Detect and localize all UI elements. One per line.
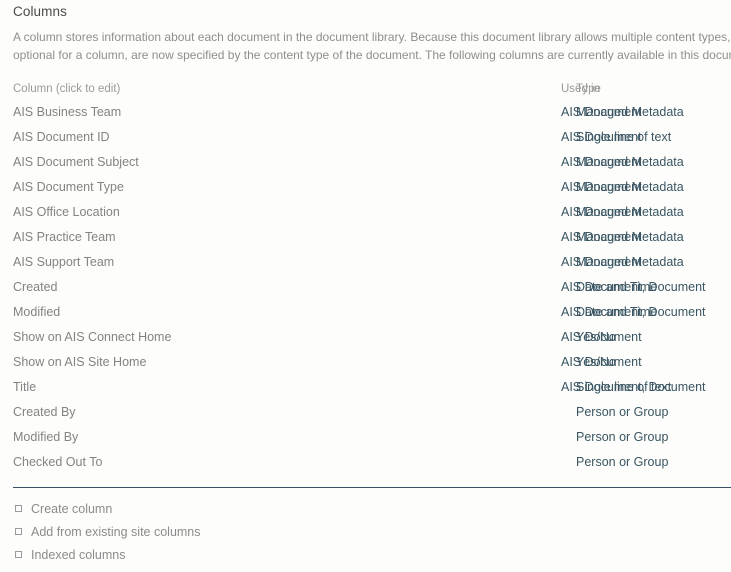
columns-table-header: Column (click to edit) Type Used in [0, 79, 731, 99]
column-name-link[interactable]: Title [0, 374, 288, 399]
column-type-cell: Managed Metadata [288, 224, 684, 249]
column-type-cell: Yes/No [288, 349, 616, 374]
square-bullet-icon [15, 505, 22, 512]
column-type-cell: Yes/No [288, 324, 616, 349]
header-column-type: Type [576, 83, 601, 95]
column-type-cell: Managed Metadata [288, 199, 684, 224]
column-type-cell: Managed Metadata [288, 249, 684, 274]
column-name-link[interactable]: Modified [0, 299, 288, 324]
table-row: AIS Document Type Managed Metadata AIS Doc… [0, 174, 731, 199]
action-list-item[interactable]: Indexed columns [13, 544, 413, 567]
column-type-link[interactable]: Person or Group [576, 430, 668, 444]
column-used-in-link[interactable]: AIS Document [561, 330, 642, 344]
column-name-link[interactable]: Show on AIS Site Home [0, 349, 288, 374]
column-name-link[interactable]: AIS Document Type [0, 174, 288, 199]
column-type-cell: Person or Group [288, 424, 668, 449]
column-type-cell: Single line of text [288, 124, 671, 149]
square-bullet-icon [15, 528, 22, 535]
column-used-in-link[interactable]: AIS Document [561, 180, 642, 194]
square-bullet-icon [15, 551, 22, 558]
columns-actions-list: Create column Add from existing site colu… [13, 498, 413, 567]
column-name-link[interactable]: AIS Support Team [0, 249, 288, 274]
column-type-link[interactable]: Person or Group [576, 455, 668, 469]
column-used-in-link[interactable]: AIS Document [561, 205, 642, 219]
table-row: Checked Out To Person or Group [0, 449, 731, 474]
column-used-in-link[interactable]: AIS Document, Document [561, 305, 706, 319]
action-link-label[interactable]: Add from existing site columns [31, 525, 201, 539]
column-used-in-link[interactable]: AIS Document, Document [561, 380, 706, 394]
column-used-in-cell: AIS Document, Document [561, 374, 731, 399]
column-type-cell: Date and Time [288, 274, 657, 299]
action-link-label[interactable]: Indexed columns [31, 548, 126, 562]
table-row: Created Date and Time AIS Document, Docume… [0, 274, 731, 299]
table-row: Created By Person or Group [0, 399, 731, 424]
table-row: Show on AIS Site Home Yes/No AIS Document [0, 349, 731, 374]
column-name-link[interactable]: AIS Document Subject [0, 149, 288, 174]
table-row: AIS Support Team Managed Metadata AIS Docu… [0, 249, 731, 274]
table-row: AIS Practice Team Managed Metadata AIS Doc… [0, 224, 731, 249]
column-used-in-link[interactable]: AIS Document [561, 130, 642, 144]
column-name-link[interactable]: Created By [0, 399, 288, 424]
column-used-in-cell: AIS Document [561, 324, 731, 349]
table-row: Modified Date and Time AIS Document, Docum… [0, 299, 731, 324]
column-used-in-link[interactable]: AIS Document [561, 155, 642, 169]
page-title: Columns [13, 4, 67, 19]
column-name-link[interactable]: Show on AIS Connect Home [0, 324, 288, 349]
description-line-1: A column stores information about each d… [13, 30, 731, 44]
header-column-used-in: Used in [561, 83, 600, 95]
action-link-label[interactable]: Create column [31, 502, 112, 516]
column-name-link[interactable]: Checked Out To [0, 449, 288, 474]
table-row: AIS Document ID Single line of text AIS Do… [0, 124, 731, 149]
column-type-cell: Managed Metadata [288, 174, 684, 199]
action-list-item[interactable]: Create column [13, 498, 413, 521]
column-type-cell: Managed Metadata [288, 99, 684, 124]
column-type-cell: Person or Group [288, 449, 668, 474]
column-type-cell: Single line of text [288, 374, 671, 399]
description-line-2: optional for a column, are now specified… [13, 48, 731, 62]
section-divider [13, 487, 731, 488]
table-row: AIS Business Team Managed Metadata AIS Doc… [0, 99, 731, 124]
column-type-cell: Date and Time [288, 299, 657, 324]
table-row: Title Single line of text AIS Document, Do… [0, 374, 731, 399]
action-list-item[interactable]: Add from existing site columns [13, 521, 413, 544]
column-used-in-link[interactable]: AIS Document [561, 255, 642, 269]
column-used-in-link[interactable]: AIS Document [561, 230, 642, 244]
column-used-in-cell: AIS Document, Document [561, 274, 731, 299]
table-row: Modified By Person or Group [0, 424, 731, 449]
table-header-row: Column (click to edit) Type Used in [0, 79, 731, 99]
column-type-link[interactable]: Person or Group [576, 405, 668, 419]
columns-table: Column (click to edit) Type Used in AIS … [0, 79, 731, 474]
column-type-cell: Person or Group [288, 399, 668, 424]
column-used-in-link[interactable]: AIS Document, Document [561, 280, 706, 294]
column-name-link[interactable]: Created [0, 274, 288, 299]
table-row: AIS Document Subject Managed Metadata AIS … [0, 149, 731, 174]
columns-table-body: AIS Business Team Managed Metadata AIS Doc… [0, 99, 731, 474]
page-description: A column stores information about each d… [13, 28, 731, 64]
table-row: Show on AIS Connect Home Yes/No AIS Docume… [0, 324, 731, 349]
column-name-link[interactable]: AIS Document ID [0, 124, 288, 149]
column-type-cell: Managed Metadata [288, 149, 684, 174]
column-used-in-link[interactable]: AIS Document [561, 105, 642, 119]
header-column-name: Column (click to edit) [13, 83, 121, 95]
column-name-link[interactable]: AIS Business Team [0, 99, 288, 124]
column-name-link[interactable]: AIS Office Location [0, 199, 288, 224]
column-name-link[interactable]: Modified By [0, 424, 288, 449]
column-name-link[interactable]: AIS Practice Team [0, 224, 288, 249]
column-used-in-cell: AIS Document [561, 349, 731, 374]
columns-settings-page: Columns A column stores information abou… [0, 0, 731, 572]
column-used-in-link[interactable]: AIS Document [561, 355, 642, 369]
table-row: AIS Office Location Managed Metadata AIS D… [0, 199, 731, 224]
column-used-in-cell: AIS Document, Document [561, 299, 731, 324]
